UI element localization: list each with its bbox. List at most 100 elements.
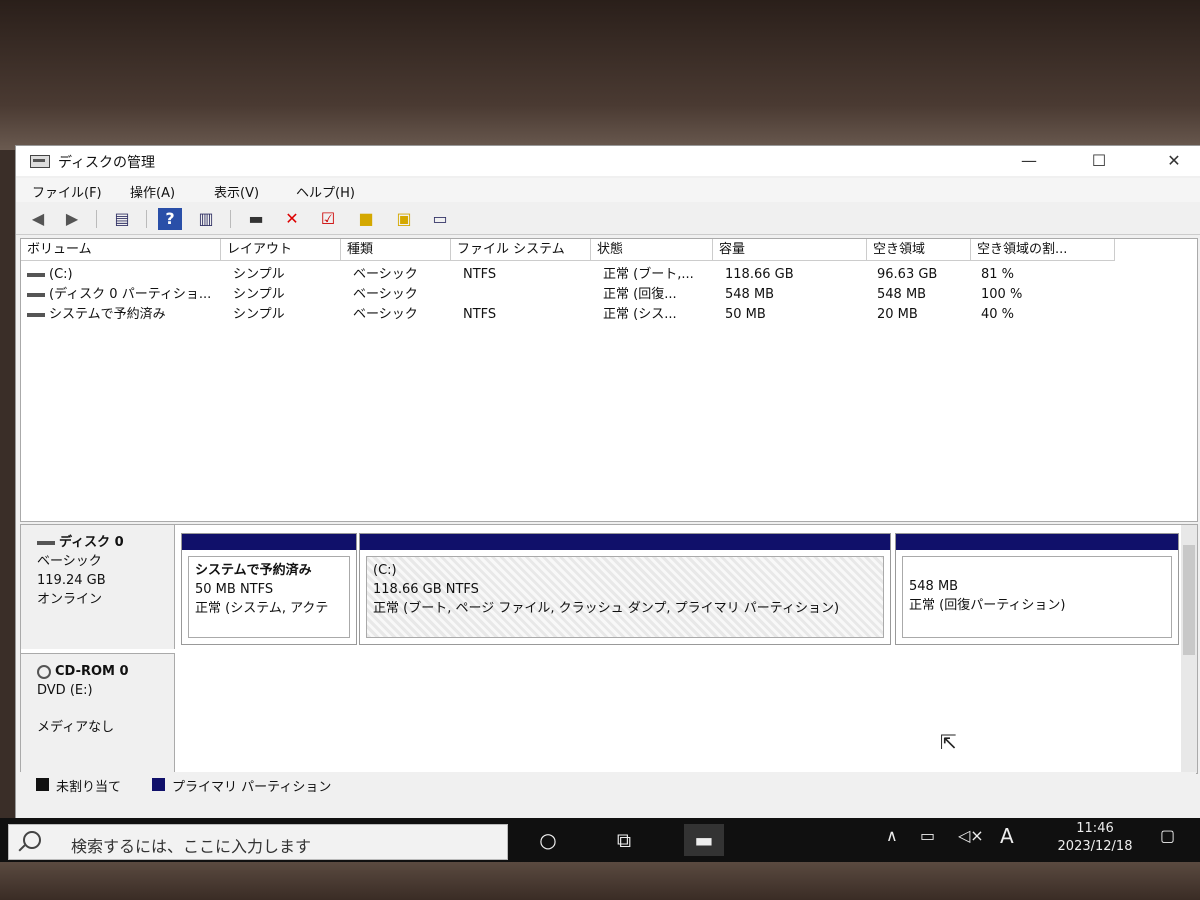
clock-date: 2023/12/18 [1057, 839, 1133, 854]
type-cell: ベーシック [353, 267, 418, 282]
cdrom-0-drive: DVD (E:) [37, 683, 93, 698]
volume-name-cell: システムで予約済み [27, 305, 221, 325]
task-view-icon[interactable]: ⧉ [604, 824, 644, 856]
connect-icon[interactable]: ▬ [244, 208, 268, 230]
volume-name: システムで予約済み [49, 307, 166, 322]
back-icon[interactable]: ◀ [26, 208, 50, 230]
partition-info: システムで予約済み 50 MB NTFS 正常 (システム, アクテ [188, 556, 350, 638]
partition-c-drive[interactable]: (C:) 118.66 GB NTFS 正常 (ブート, ページ ファイル, ク… [359, 533, 891, 645]
volume-icon [27, 292, 45, 297]
status-cell: 正常 (回復... [603, 287, 677, 302]
type-cell: ベーシック [353, 307, 418, 322]
volume-name-cell: (ディスク 0 パーティショ... [27, 285, 221, 305]
maximize-button[interactable]: ☐ [1076, 146, 1122, 176]
free-space-cell: 96.63 GB [877, 267, 938, 282]
menu-bar: ファイル(F) 操作(A) 表示(V) ヘルプ(H) [16, 178, 1200, 202]
monitor-bezel-top [0, 0, 1200, 150]
partition-system-reserved[interactable]: システムで予約済み 50 MB NTFS 正常 (システム, アクテ [181, 533, 357, 645]
view-icon[interactable]: ▭ [428, 208, 452, 230]
disk-0-kind: ベーシック [37, 554, 102, 569]
cd-drive-icon [37, 664, 51, 679]
volume-muted-icon[interactable]: ◁× [958, 826, 984, 845]
forward-icon[interactable]: ▶ [60, 208, 84, 230]
menu-view[interactable]: 表示(V) [214, 182, 259, 201]
clock-time: 11:46 [1076, 821, 1114, 836]
taskbar: 検索するには、ここに入力します ○ ⧉ ▬ ∧ ▭ ◁× A 11:46 202… [0, 818, 1200, 862]
primary-partition-swatch [152, 778, 165, 791]
legend: 未割り当て プライマリ パーティション [20, 772, 1196, 796]
toolbar-separator [146, 210, 147, 228]
table-row[interactable]: (ディスク 0 パーティショ... シンプル ベーシック 正常 (回復... 5… [21, 285, 1197, 305]
status-cell: 正常 (ブート,... [603, 267, 694, 282]
disk-management-taskbar-icon[interactable]: ▬ [684, 824, 724, 856]
show-hidden-icons-icon[interactable]: ∧ [886, 826, 898, 845]
column-header-layout[interactable]: レイアウト [221, 239, 341, 261]
partition-status: 正常 (ブート, ページ ファイル, クラッシュ ダンプ, プライマリ パーティ… [373, 601, 840, 616]
toolbar-separator [96, 210, 97, 228]
capacity-cell: 548 MB [725, 287, 775, 302]
disk-0-state: オンライン [37, 592, 103, 607]
volume-icon [27, 272, 45, 277]
layout-cell: シンプル [233, 287, 285, 302]
volume-name-cell: (C:) [27, 265, 221, 285]
table-row[interactable]: (C:) シンプル ベーシック NTFS 正常 (ブート,... 118.66 … [21, 265, 1197, 285]
menu-file[interactable]: ファイル(F) [32, 182, 102, 201]
mouse-cursor-icon: ⇱ [940, 730, 957, 754]
partition-size: 118.66 GB NTFS [373, 582, 479, 597]
column-header-type[interactable]: 種類 [341, 239, 451, 261]
toolbar-separator [230, 210, 231, 228]
help-icon[interactable]: ? [158, 208, 182, 230]
table-row[interactable]: システムで予約済み シンプル ベーシック NTFS 正常 (シス... 50 M… [21, 305, 1197, 325]
minimize-button[interactable]: — [1006, 146, 1052, 176]
primary-partition-band [182, 534, 356, 550]
column-header-free-space[interactable]: 空き領域 [867, 239, 971, 261]
network-icon[interactable]: ▭ [920, 826, 935, 845]
console-tree-icon[interactable]: ▤ [110, 208, 134, 230]
taskbar-search-box[interactable]: 検索するには、ここに入力します [8, 824, 508, 860]
menu-help[interactable]: ヘルプ(H) [296, 182, 355, 201]
volume-name: (C:) [49, 267, 73, 282]
status-cell: 正常 (シス... [603, 307, 677, 322]
scrollbar-thumb[interactable] [1183, 545, 1195, 655]
clock[interactable]: 11:46 2023/12/18 [1050, 820, 1140, 856]
partition-size: 50 MB NTFS [195, 582, 274, 597]
close-button[interactable]: ✕ [1151, 146, 1197, 176]
notification-center-icon[interactable]: ▢ [1160, 826, 1175, 845]
column-header-volume[interactable]: ボリューム [21, 239, 221, 261]
disk-0-label[interactable]: ディスク 0 ベーシック 119.24 GB オンライン [21, 525, 175, 649]
volume-icon [27, 312, 45, 317]
filesystem-cell: NTFS [463, 307, 497, 322]
search-folder-icon[interactable]: ▣ [392, 208, 416, 230]
menu-action[interactable]: 操作(A) [130, 182, 175, 201]
properties-icon[interactable]: ▥ [194, 208, 218, 230]
column-header-status[interactable]: 状態 [591, 239, 713, 261]
window-title: ディスクの管理 [58, 155, 156, 171]
unallocated-swatch [36, 778, 49, 791]
capacity-cell: 50 MB [725, 307, 766, 322]
check-icon[interactable]: ☑ [316, 208, 340, 230]
disk-0-title: ディスク 0 [59, 535, 124, 550]
monitor-bezel-bottom [0, 862, 1200, 900]
capacity-cell: 118.66 GB [725, 267, 794, 282]
ime-indicator[interactable]: A [1000, 824, 1014, 848]
cdrom-0-media: メディアなし [37, 720, 115, 735]
disk-0-name: ディスク 0 [37, 533, 174, 552]
cdrom-0-label[interactable]: CD-ROM 0 DVD (E:) メディアなし [21, 653, 175, 773]
volume-name: (ディスク 0 パーティショ... [49, 287, 212, 302]
primary-partition-band [360, 534, 890, 550]
column-header-capacity[interactable]: 容量 [713, 239, 867, 261]
new-folder-icon[interactable]: ■ [354, 208, 378, 230]
delete-icon[interactable]: ✕ [280, 208, 304, 230]
column-header-free-percent[interactable]: 空き領域の割... [971, 239, 1115, 261]
search-placeholder: 検索するには、ここに入力します [71, 837, 312, 856]
partition-recovery[interactable]: 548 MB 正常 (回復パーティション) [895, 533, 1179, 645]
free-space-cell: 548 MB [877, 287, 927, 302]
column-header-filesystem[interactable]: ファイル システム [451, 239, 591, 261]
free-space-cell: 20 MB [877, 307, 918, 322]
disk-icon [37, 540, 55, 545]
partition-status: 正常 (システム, アクテ [195, 601, 329, 616]
cortana-icon[interactable]: ○ [528, 824, 568, 856]
partition-size: 548 MB [909, 579, 959, 594]
disk-map-scrollbar[interactable] [1181, 525, 1197, 773]
legend-unallocated: 未割り当て [56, 780, 122, 795]
